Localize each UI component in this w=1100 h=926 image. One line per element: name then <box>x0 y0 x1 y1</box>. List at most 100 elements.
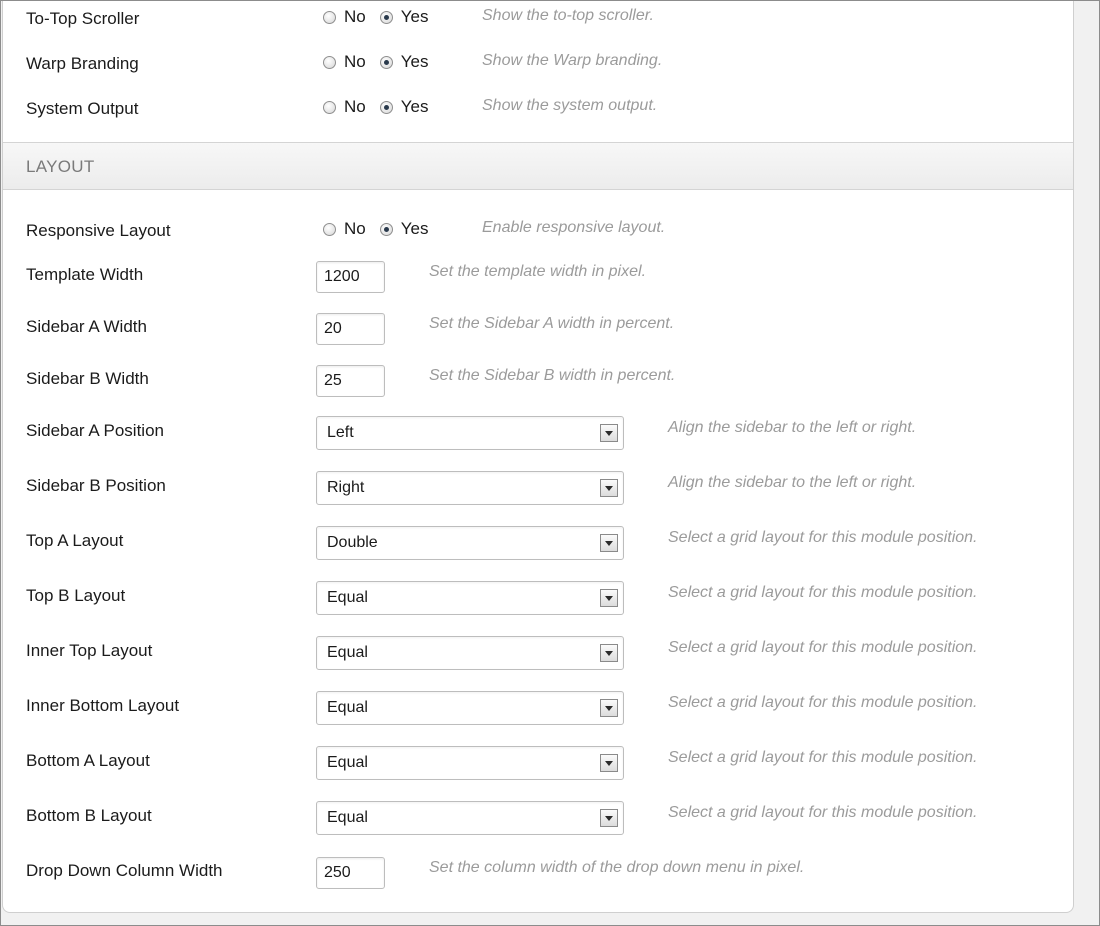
sidebar-b-position-label: Sidebar B Position <box>26 476 166 495</box>
bottom-b-layout-value: Equal <box>327 809 368 826</box>
template-width-input[interactable]: 1200 <box>316 261 385 293</box>
chevron-down-icon[interactable] <box>600 589 618 607</box>
to-top-scroller-yes-radio[interactable] <box>379 10 393 24</box>
system-output-yes-radio[interactable] <box>379 100 393 114</box>
row-top-a-layout: Top A Layout Double Select a grid layout… <box>3 526 1073 569</box>
bottom-b-layout-hint: Select a grid layout for this module pos… <box>668 804 978 821</box>
sidebar-a-position-select[interactable]: Left <box>316 416 624 450</box>
sidebar-b-position-hint: Align the sidebar to the left or right. <box>668 474 917 491</box>
to-top-scroller-no-label: No <box>344 7 366 26</box>
bottom-a-layout-hint: Select a grid layout for this module pos… <box>668 749 978 766</box>
sidebar-a-width-input[interactable]: 20 <box>316 313 385 345</box>
dropdown-column-width-label: Drop Down Column Width <box>26 861 223 880</box>
inner-top-layout-value: Equal <box>327 644 368 661</box>
inner-top-layout-select[interactable]: Equal <box>316 636 624 670</box>
system-output-label: System Output <box>26 99 139 118</box>
system-output-hint: Show the system output. <box>482 97 658 114</box>
warp-branding-label: Warp Branding <box>26 54 139 73</box>
row-system-output: System Output No Yes Show the system out… <box>3 97 1073 137</box>
row-sidebar-a-position: Sidebar A Position Left Align the sideba… <box>3 416 1073 459</box>
bottom-b-layout-label: Bottom B Layout <box>26 806 152 825</box>
sidebar-a-width-label: Sidebar A Width <box>26 317 147 336</box>
sidebar-a-position-value: Left <box>327 424 354 441</box>
row-bottom-a-layout: Bottom A Layout Equal Select a grid layo… <box>3 746 1073 789</box>
row-sidebar-b-position: Sidebar B Position Right Align the sideb… <box>3 471 1073 514</box>
row-to-top-scroller: To-Top Scroller No Yes Show the to-top s… <box>3 7 1073 47</box>
to-top-scroller-yes-label: Yes <box>400 7 429 26</box>
dropdown-column-width-hint: Set the column width of the drop down me… <box>429 859 805 876</box>
row-dropdown-column-width: Drop Down Column Width 250 Set the colum… <box>3 857 1073 899</box>
chevron-down-icon[interactable] <box>600 644 618 662</box>
top-b-layout-hint: Select a grid layout for this module pos… <box>668 584 978 601</box>
system-output-no-label: No <box>344 97 366 116</box>
responsive-layout-no-radio[interactable] <box>323 222 336 236</box>
top-a-layout-select[interactable]: Double <box>316 526 624 560</box>
sidebar-b-width-hint: Set the Sidebar B width in percent. <box>429 367 676 384</box>
warp-branding-yes-label: Yes <box>400 52 429 71</box>
system-output-yes-label: Yes <box>400 97 429 116</box>
settings-panel: To-Top Scroller No Yes Show the to-top s… <box>2 1 1074 913</box>
screenshot-frame: To-Top Scroller No Yes Show the to-top s… <box>0 0 1100 926</box>
dropdown-column-width-input[interactable]: 250 <box>316 857 385 889</box>
chevron-down-icon[interactable] <box>600 534 618 552</box>
layout-section-header: LAYOUT <box>3 142 1073 190</box>
responsive-layout-hint: Enable responsive layout. <box>482 219 666 236</box>
responsive-layout-label: Responsive Layout <box>26 221 171 240</box>
sidebar-b-width-label: Sidebar B Width <box>26 369 149 388</box>
row-top-b-layout: Top B Layout Equal Select a grid layout … <box>3 581 1073 624</box>
inner-bottom-layout-value: Equal <box>327 699 368 716</box>
to-top-scroller-hint: Show the to-top scroller. <box>482 7 654 24</box>
top-b-layout-value: Equal <box>327 589 368 606</box>
sidebar-a-width-hint: Set the Sidebar A width in percent. <box>429 315 675 332</box>
chevron-down-icon[interactable] <box>600 424 618 442</box>
top-a-layout-hint: Select a grid layout for this module pos… <box>668 529 978 546</box>
row-template-width: Template Width 1200 Set the template wid… <box>3 261 1073 303</box>
row-bottom-b-layout: Bottom B Layout Equal Select a grid layo… <box>3 801 1073 844</box>
sidebar-b-position-value: Right <box>327 479 365 496</box>
template-width-hint: Set the template width in pixel. <box>429 263 647 280</box>
chevron-down-icon[interactable] <box>600 479 618 497</box>
row-inner-bottom-layout: Inner Bottom Layout Equal Select a grid … <box>3 691 1073 734</box>
bottom-a-layout-value: Equal <box>327 754 368 771</box>
inner-bottom-layout-hint: Select a grid layout for this module pos… <box>668 694 978 711</box>
to-top-scroller-label: To-Top Scroller <box>26 9 140 28</box>
inner-bottom-layout-label: Inner Bottom Layout <box>26 696 180 715</box>
row-sidebar-b-width: Sidebar B Width 25 Set the Sidebar B wid… <box>3 365 1073 407</box>
bottom-a-layout-select[interactable]: Equal <box>316 746 624 780</box>
layout-section-title: LAYOUT <box>26 157 95 176</box>
warp-branding-no-radio[interactable] <box>323 55 336 69</box>
system-output-radios: No Yes <box>323 96 442 118</box>
row-inner-top-layout: Inner Top Layout Equal Select a grid lay… <box>3 636 1073 679</box>
to-top-scroller-radios: No Yes <box>323 6 442 28</box>
top-b-layout-label: Top B Layout <box>26 586 126 605</box>
top-a-layout-label: Top A Layout <box>26 531 124 550</box>
bottom-a-layout-label: Bottom A Layout <box>26 751 150 770</box>
sidebar-a-position-hint: Align the sidebar to the left or right. <box>668 419 917 436</box>
responsive-layout-yes-label: Yes <box>400 219 429 238</box>
row-warp-branding: Warp Branding No Yes Show the Warp brand… <box>3 52 1073 92</box>
template-width-label: Template Width <box>26 265 144 284</box>
responsive-layout-no-label: No <box>344 219 366 238</box>
row-sidebar-a-width: Sidebar A Width 20 Set the Sidebar A wid… <box>3 313 1073 355</box>
chevron-down-icon[interactable] <box>600 699 618 717</box>
responsive-layout-radios: No Yes <box>323 218 442 240</box>
warp-branding-yes-radio[interactable] <box>379 55 393 69</box>
warp-branding-radios: No Yes <box>323 51 442 73</box>
warp-branding-no-label: No <box>344 52 366 71</box>
system-output-no-radio[interactable] <box>323 100 336 114</box>
row-responsive-layout: Responsive Layout No Yes Enable responsi… <box>3 219 1073 259</box>
top-a-layout-value: Double <box>327 534 378 551</box>
responsive-layout-yes-radio[interactable] <box>379 222 393 236</box>
chevron-down-icon[interactable] <box>600 809 618 827</box>
inner-top-layout-label: Inner Top Layout <box>26 641 153 660</box>
warp-branding-hint: Show the Warp branding. <box>482 52 663 69</box>
top-b-layout-select[interactable]: Equal <box>316 581 624 615</box>
inner-bottom-layout-select[interactable]: Equal <box>316 691 624 725</box>
inner-top-layout-hint: Select a grid layout for this module pos… <box>668 639 978 656</box>
to-top-scroller-no-radio[interactable] <box>323 10 336 24</box>
sidebar-b-width-input[interactable]: 25 <box>316 365 385 397</box>
chevron-down-icon[interactable] <box>600 754 618 772</box>
sidebar-a-position-label: Sidebar A Position <box>26 421 164 440</box>
sidebar-b-position-select[interactable]: Right <box>316 471 624 505</box>
bottom-b-layout-select[interactable]: Equal <box>316 801 624 835</box>
